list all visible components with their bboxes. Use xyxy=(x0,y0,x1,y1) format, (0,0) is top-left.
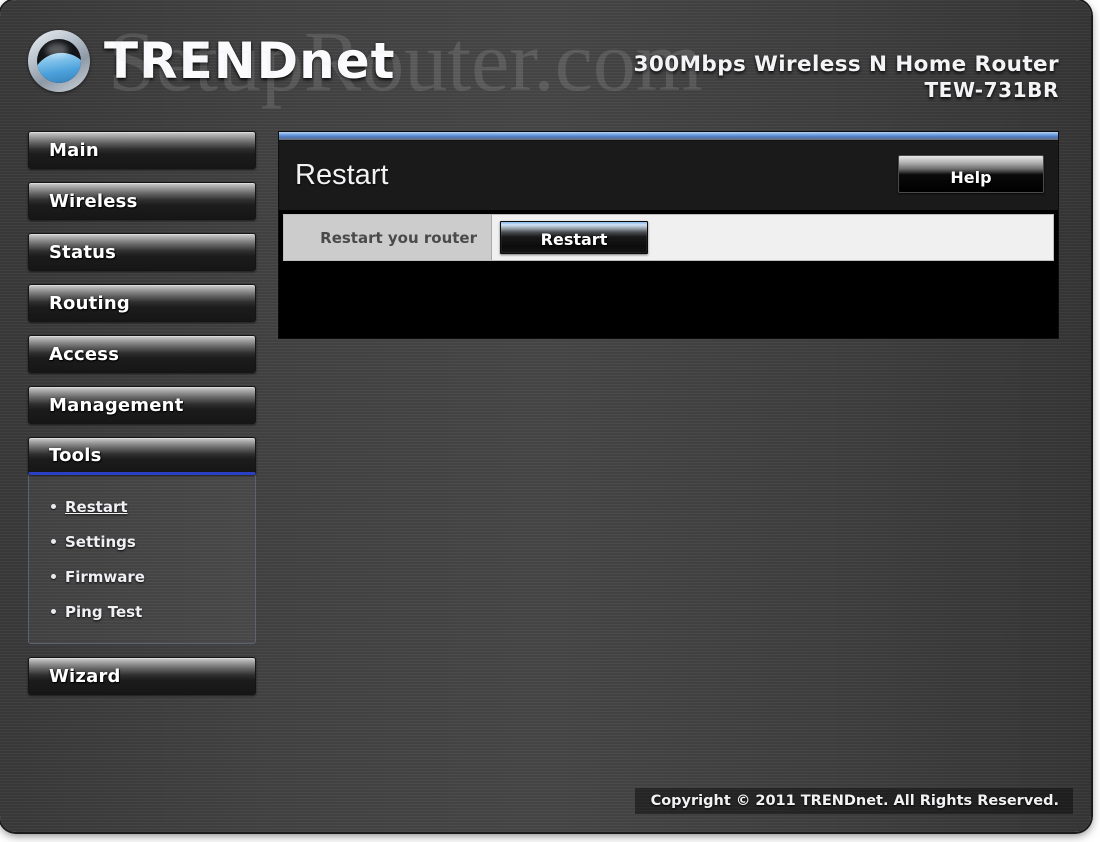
brand-wordmark-lower: net xyxy=(299,32,396,90)
sidebar-item-label: Management xyxy=(49,394,184,416)
product-name: 300Mbps Wireless N Home Router xyxy=(633,52,1059,77)
sidebar-subitem-label: Restart xyxy=(65,497,128,516)
product-model: TEW-731BR xyxy=(924,78,1059,103)
restart-row-field-cell: Restart xyxy=(492,215,1053,260)
restart-row-label: Restart you router xyxy=(320,228,477,247)
sidebar-subitem-restart[interactable]: Restart xyxy=(51,489,255,524)
sidebar-item-management[interactable]: Management xyxy=(28,386,256,424)
panel-accent-bar xyxy=(279,132,1058,141)
sidebar-item-label: Wireless xyxy=(49,190,138,212)
brand-logo: TRENDnet xyxy=(28,30,396,92)
panel-header: Restart Help xyxy=(279,141,1058,210)
sidebar-item-wireless[interactable]: Wireless xyxy=(28,182,256,220)
restart-button[interactable]: Restart xyxy=(500,221,648,254)
sidebar-item-label: Tools xyxy=(49,444,102,466)
page-header: TRENDnet 300Mbps Wireless N Home Router … xyxy=(0,0,1091,118)
help-button-label: Help xyxy=(950,168,992,187)
logo-wave-glyph xyxy=(37,39,81,83)
brand-wordmark: TRENDnet xyxy=(104,36,396,86)
sidebar-subitem-settings[interactable]: Settings xyxy=(51,524,255,559)
help-button[interactable]: Help xyxy=(898,155,1044,193)
restart-row-label-cell: Restart you router xyxy=(284,215,492,260)
sidebar-subitem-label: Ping Test xyxy=(65,602,143,621)
sidebar-subitem-label: Firmware xyxy=(65,567,145,586)
sidebar-subitem-ping-test[interactable]: Ping Test xyxy=(51,594,255,629)
bullet-icon xyxy=(51,574,56,579)
sidebar-item-tools[interactable]: Tools xyxy=(28,437,256,475)
brand-wordmark-upper: TREND xyxy=(104,32,300,90)
product-identity: 300Mbps Wireless N Home Router TEW-731BR xyxy=(634,52,1059,103)
restart-row: Restart you router Restart xyxy=(283,214,1054,261)
bullet-icon xyxy=(51,609,56,614)
panel-body: Restart you router Restart xyxy=(279,214,1058,338)
sidebar-item-label: Main xyxy=(49,139,99,161)
sidebar-item-label: Routing xyxy=(49,292,130,314)
sidebar-submenu-tools: Restart Settings Firmware Ping Test xyxy=(28,475,256,644)
page-title: Restart xyxy=(295,159,389,191)
sidebar-nav: Main Wireless Status Routing Access Mana… xyxy=(28,131,256,708)
bullet-icon xyxy=(51,504,56,509)
sidebar-item-access[interactable]: Access xyxy=(28,335,256,373)
bullet-icon xyxy=(51,539,56,544)
content-panel: Restart Help Restart you router Restart xyxy=(278,131,1059,339)
device-ui-frame: SetupRouter.com TRENDnet 300Mbps Wireles… xyxy=(0,0,1091,832)
copyright-text: Copyright © 2011 TRENDnet. All Rights Re… xyxy=(650,793,1059,809)
sidebar-item-main[interactable]: Main xyxy=(28,131,256,169)
sidebar-item-status[interactable]: Status xyxy=(28,233,256,271)
sidebar-item-label: Access xyxy=(49,343,120,365)
sidebar-item-wizard[interactable]: Wizard xyxy=(28,657,256,695)
trendnet-wave-logo-icon xyxy=(28,30,90,92)
router-admin-page: SetupRouter.com TRENDnet 300Mbps Wireles… xyxy=(0,0,1100,842)
sidebar-item-label: Status xyxy=(49,241,117,263)
sidebar-item-label: Wizard xyxy=(49,665,121,687)
footer-copyright: Copyright © 2011 TRENDnet. All Rights Re… xyxy=(634,788,1073,814)
sidebar-item-routing[interactable]: Routing xyxy=(28,284,256,322)
sidebar-subitem-firmware[interactable]: Firmware xyxy=(51,559,255,594)
restart-button-label: Restart xyxy=(540,230,608,249)
sidebar-subitem-label: Settings xyxy=(65,532,136,551)
